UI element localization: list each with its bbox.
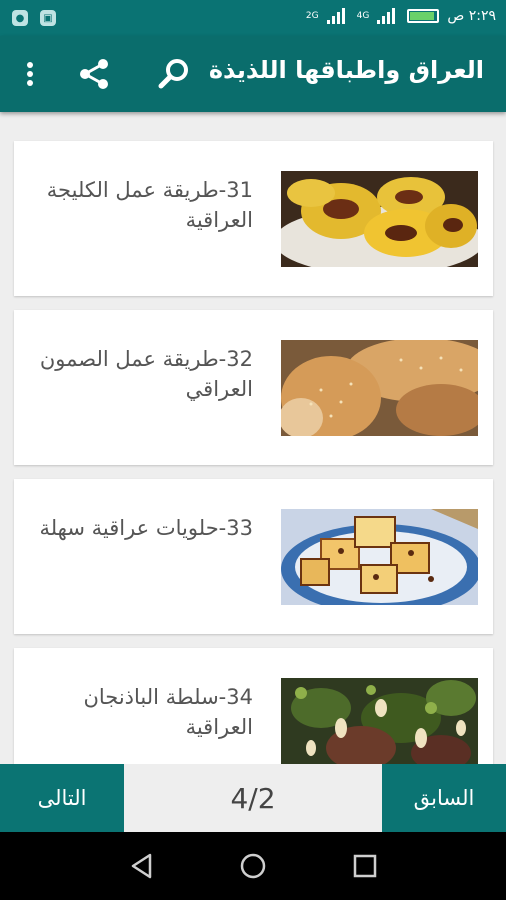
overflow-menu-icon[interactable] [26,62,34,86]
share-icon[interactable] [76,56,112,92]
system-nav-bar [0,832,506,900]
recipe-title: 34-سلطة الباذنجان العراقية [83,685,253,739]
page-indicator: 4/2 [230,781,276,815]
kleicha-cookies-image [281,171,478,267]
recipe-title: 33-حلويات عراقية سهلة [39,516,253,540]
status-time: ٢:٢٩ ص [447,8,496,24]
signal-icon [326,8,349,24]
app-bar: العراق واطباقها اللذيذة [0,36,506,112]
recipe-title: 31-طريقة عمل الكليجة العراقية [46,178,253,232]
battery-icon [407,9,440,23]
signal-icon-2 [377,8,399,24]
recipe-card[interactable]: 31-طريقة عمل الكليجة العراقية [14,141,493,296]
status-bar: ● ▣ 2G 4G ٢:٢٩ ص [0,0,506,36]
recents-icon[interactable] [352,853,378,879]
eggplant-salad-image [281,678,478,764]
recipe-card[interactable]: 34-سلطة الباذنجان العراقية [14,648,493,764]
home-icon[interactable] [239,852,267,880]
back-icon[interactable] [128,852,156,880]
chat-notification-icon: ● [12,10,28,26]
pager-bar: التالى 4/2 السابق [0,764,506,832]
search-icon[interactable] [156,56,192,92]
previous-button[interactable]: السابق [382,764,506,832]
network-4g-label: 4G [356,11,370,21]
recipe-card[interactable]: 32-طريقة عمل الصمون العراقي [14,310,493,465]
network-2g-label: 2G [305,11,319,21]
app-title: العراق واطباقها اللذيذة [208,56,484,84]
recipe-title: 32-طريقة عمل الصمون العراقي [39,347,253,401]
samoon-bread-image [281,340,478,436]
recipe-card[interactable]: 33-حلويات عراقية سهلة [14,479,493,634]
image-notification-icon: ▣ [40,10,56,26]
next-button[interactable]: التالى [0,764,124,832]
iraqi-sweets-image [281,509,478,605]
recipe-list[interactable]: 31-طريقة عمل الكليجة العراقية 32-طريقة ع… [0,112,506,764]
